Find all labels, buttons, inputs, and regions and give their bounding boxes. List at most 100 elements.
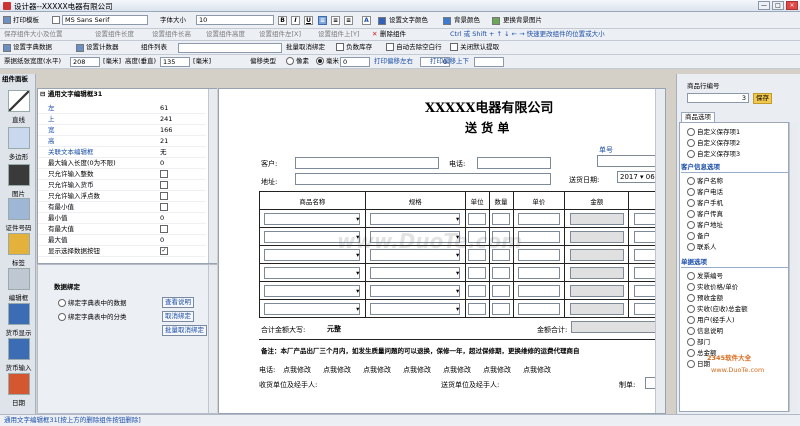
batch-unbind-panel-button[interactable]: 批量取消绑定 [162,325,207,336]
cell-select[interactable]: ▾ [370,212,461,225]
phone-row-item[interactable]: 点我修改 [403,365,431,375]
cell-select[interactable]: ▾ [264,302,361,315]
client-field[interactable] [295,157,439,169]
phone-row-item[interactable]: 点我修改 [523,365,551,375]
property-checkbox[interactable] [160,202,168,212]
set-size-button[interactable]: 设置组件长高 [152,30,191,39]
receiver-label[interactable]: 收货单位及经手人: [259,380,317,390]
text-color-button[interactable]: 设置文字颜色 [389,16,428,25]
option-item[interactable]: 信息说明 [687,325,723,335]
option-item[interactable]: 客户地址 [687,219,723,229]
option-item[interactable]: 用户(经手人) [687,314,735,324]
property-value[interactable]: 0 [160,235,164,245]
phone-label[interactable]: 电话: [449,159,465,169]
align-center-button[interactable]: ≡ [331,16,340,25]
maker-label[interactable]: 制单: [619,380,635,390]
minimize-button[interactable]: — [758,1,770,10]
option-item[interactable]: 客户电话 [687,186,723,196]
address-label[interactable]: 地址: [261,177,277,187]
property-checkbox[interactable] [160,224,168,234]
print-template-button[interactable]: 打印模板 [13,16,39,25]
option-item[interactable]: 备户 [687,230,710,240]
options-scrollbar[interactable] [789,122,798,412]
tool-currency-input[interactable]: 货币输入 [2,338,35,372]
tool-polygon[interactable]: 多边形 [2,127,35,161]
property-row[interactable]: 最大值 0 [38,235,206,246]
doc-title[interactable]: 送 货 单 [465,119,509,136]
tool-label[interactable]: 标签 [2,233,35,267]
cell-input[interactable] [569,212,624,225]
set-height-button[interactable]: 设置组件高度 [206,30,245,39]
cell-input[interactable] [569,248,624,261]
italic-button[interactable]: I [291,16,300,25]
bind-dict-category-radio[interactable]: 绑定字典表中的分类 [58,313,127,322]
property-row[interactable]: 只允许输入浮点数 [38,191,206,202]
sender-label[interactable]: 送货单位及经手人: [441,380,499,390]
client-label[interactable]: 客户: [261,159,277,169]
cell-select[interactable]: ▾ [264,266,361,279]
save-button[interactable]: 保存 [753,93,772,104]
cell-input[interactable] [468,212,487,225]
property-value[interactable]: 61 [160,103,168,113]
cell-select[interactable]: ▾ [264,212,361,225]
property-row[interactable]: 只允许输入货币 [38,180,206,191]
tool-id-number[interactable]: 证件号码 [2,198,35,232]
row-no-input[interactable]: 3 [687,93,749,103]
total-upper-value[interactable]: 元整 [327,324,341,334]
font-size-select[interactable]: 10 [196,15,274,25]
cell-input[interactable] [492,302,511,315]
remarks[interactable]: 备注：本厂产品出厂三个月内，如发生质量问题的可以退换，保修一年，超过保修期，更换… [261,345,580,355]
cell-input[interactable] [468,284,487,297]
option-item[interactable]: 预收金额 [687,292,723,302]
phone-row-item[interactable]: 点我修改 [283,365,311,375]
canvas-scrollbar[interactable] [655,89,665,413]
cell-select[interactable]: ▾ [370,266,461,279]
property-row[interactable]: 上 241 [38,114,206,125]
property-row[interactable]: 关联文本编辑框 无 [38,147,206,158]
underline-button[interactable]: U [304,16,313,25]
phone-row-item[interactable]: 点我修改 [483,365,511,375]
cell-input[interactable] [517,230,560,243]
option-item[interactable]: 部门 [687,336,710,346]
address-field[interactable] [295,173,551,185]
tool-date[interactable]: 日期 [2,373,35,407]
phone-row-item[interactable]: 点我修改 [443,365,471,375]
close-button[interactable]: × [786,1,798,10]
set-top-button[interactable]: 设置组件上[Y] [318,30,360,39]
save-size-position-button[interactable]: 保存组件大小及位置 [4,30,63,39]
bg-color-button[interactable]: 背景颜色 [454,16,480,25]
property-row[interactable]: 最小值 0 [38,213,206,224]
tool-currency-display[interactable]: 货币显示 [2,303,35,337]
cell-input[interactable] [569,230,624,243]
bind-dict-data-radio[interactable]: 绑定字典表中的数据 [58,299,127,308]
close-default-checkbox[interactable]: 关闭默认提取 [450,43,499,52]
mm-radio[interactable]: 毫米 [316,57,339,66]
font-style-button[interactable]: A [362,16,371,25]
property-checkbox[interactable] [160,169,168,179]
tool-edit-box[interactable]: 编辑框 [2,268,35,302]
property-row[interactable]: 高 21 [38,136,206,147]
cell-input[interactable] [492,284,511,297]
property-value[interactable]: 21 [160,136,168,146]
bg-image-button[interactable]: 更换背景图片 [503,16,542,25]
delete-component-button[interactable]: 删除组件 [380,30,406,39]
paper-height-input[interactable]: 135 [160,57,190,67]
company-name[interactable]: XXXXX电器有限公司 [425,97,553,116]
cell-input[interactable] [517,302,560,315]
total-label[interactable]: 金额合计: [537,325,567,335]
property-value[interactable]: 166 [160,125,172,135]
cell-input[interactable] [569,266,624,279]
view-description-button[interactable]: 查看说明 [162,297,194,308]
cell-select[interactable]: ▾ [370,284,461,297]
unbind-button[interactable]: 取消绑定 [162,311,194,322]
property-value[interactable]: 0 [160,213,164,223]
paper-width-input[interactable]: 208 [70,57,100,67]
maximize-button[interactable]: □ [772,1,784,10]
phone-row-label[interactable]: 电话: [259,365,275,375]
property-value[interactable]: 0 [160,158,164,168]
date-label[interactable]: 送货日期: [569,175,599,185]
doc-no-label[interactable]: 单号 [599,145,613,155]
property-row[interactable]: 只允许输入整数 [38,169,206,180]
option-item[interactable]: 联系人 [687,241,717,251]
set-length-button[interactable]: 设置组件长度 [95,30,134,39]
